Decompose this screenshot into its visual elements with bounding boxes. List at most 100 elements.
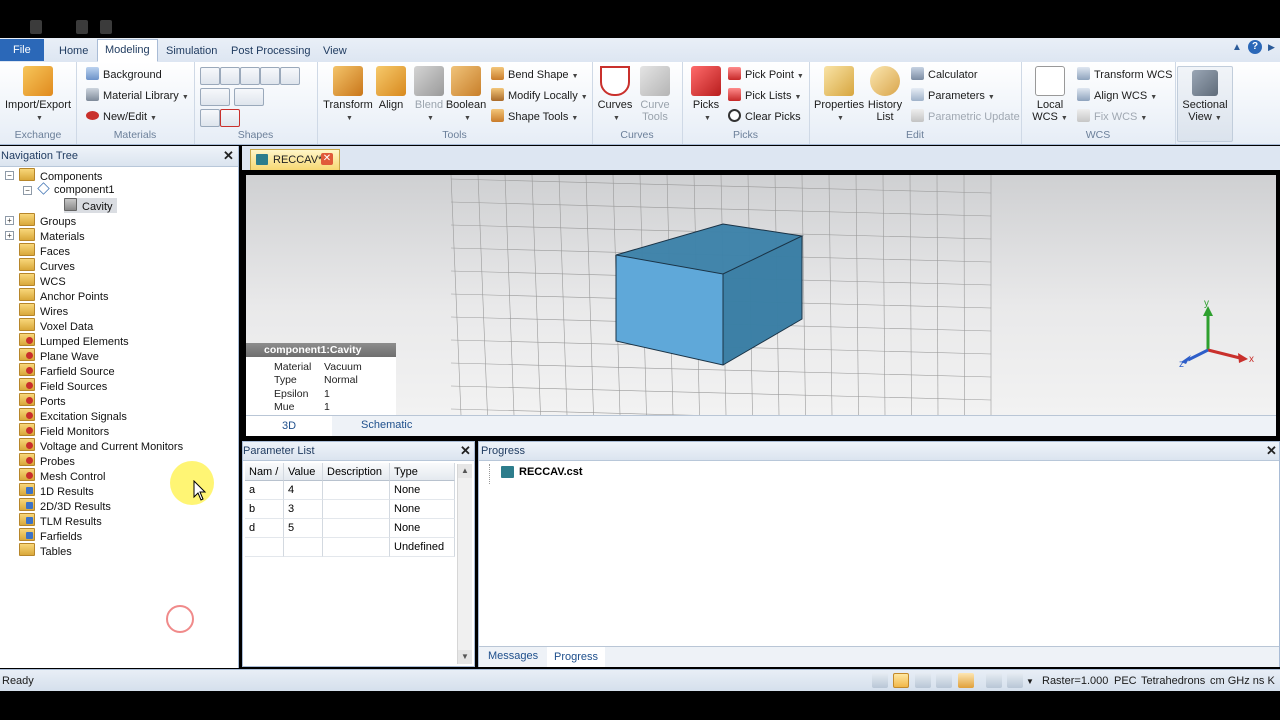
pick-point-button[interactable]: Pick Point ▼: [728, 67, 804, 83]
tree-item-wires[interactable]: Wires: [19, 303, 68, 318]
tree-item-curves[interactable]: Curves: [19, 258, 75, 273]
sphere-icon[interactable]: [220, 67, 240, 85]
parameter-cell-name[interactable]: d: [245, 519, 284, 538]
parameters-button[interactable]: Parameters ▼: [911, 88, 995, 104]
tab-schematic[interactable]: Schematic: [361, 419, 412, 431]
tab-home[interactable]: Home: [52, 41, 95, 61]
view-dropdown-icon[interactable]: ▼: [1026, 677, 1034, 686]
extrude-icon[interactable]: [200, 88, 230, 106]
close-icon[interactable]: ✕: [223, 148, 234, 164]
curve-tools-button[interactable]: Curve Tools: [636, 66, 674, 123]
modify-locally-button[interactable]: Modify Locally ▼: [491, 88, 588, 104]
tab-messages[interactable]: Messages: [488, 650, 538, 662]
tree-item-lumped-elements[interactable]: Lumped Elements: [19, 333, 129, 348]
curves-button[interactable]: Curves ▼: [596, 66, 634, 125]
parameter-cell-desc[interactable]: [323, 538, 390, 557]
3d-viewport[interactable]: y x z component1:Cavity Material Vacuum …: [246, 175, 1276, 415]
tree-item-farfield-source[interactable]: Farfield Source: [19, 363, 115, 378]
parameter-cell-value[interactable]: 5: [284, 519, 323, 538]
align-button[interactable]: Align: [375, 66, 407, 111]
tree-item-probes[interactable]: Probes: [19, 453, 75, 468]
torus-icon[interactable]: [260, 67, 280, 85]
picks-button[interactable]: Picks ▼: [686, 66, 726, 125]
zoom-icon[interactable]: [872, 673, 888, 688]
tree-item-anchor-points[interactable]: Anchor Points: [19, 288, 108, 303]
expand-icon[interactable]: +: [5, 231, 14, 240]
parameter-cell-value[interactable]: [284, 538, 323, 557]
tab-progress[interactable]: Progress: [547, 647, 606, 667]
properties-button[interactable]: Properties ▼: [814, 66, 864, 125]
tree-item-materials[interactable]: Materials: [19, 228, 85, 243]
blend-button[interactable]: Blend ▼: [411, 66, 447, 125]
close-icon[interactable]: ✕: [460, 443, 471, 459]
brick-icon[interactable]: [200, 67, 220, 85]
tree-item-2d-3d-results[interactable]: 2D/3D Results: [19, 498, 111, 513]
progress-file-name[interactable]: RECCAV.cst: [519, 466, 583, 478]
column-header-name[interactable]: Nam /: [245, 463, 284, 481]
fit-window-icon[interactable]: [986, 673, 1002, 688]
tree-item-tlm-results[interactable]: TLM Results: [19, 513, 102, 528]
loft-icon[interactable]: [220, 109, 240, 127]
tab-post-processing[interactable]: Post Processing: [224, 41, 317, 61]
scroll-up-icon[interactable]: ▲: [458, 464, 472, 478]
tree-item-wcs[interactable]: WCS: [19, 273, 66, 288]
parameter-cell-name[interactable]: a: [245, 481, 284, 500]
transform-wcs-button[interactable]: Transform WCS: [1077, 67, 1172, 83]
tree-item-cavity[interactable]: Cavity: [64, 198, 117, 213]
tree-item-field-sources[interactable]: Field Sources: [19, 378, 107, 393]
quick-access-undo-icon[interactable]: [76, 20, 88, 34]
help-icon[interactable]: ?: [1248, 40, 1262, 54]
tree-item-component1[interactable]: component1: [37, 183, 115, 198]
quick-access-redo-icon[interactable]: [100, 20, 112, 34]
column-header-type[interactable]: Type: [390, 463, 455, 481]
parameter-cell-type[interactable]: None: [390, 500, 455, 519]
view-cube-icon[interactable]: [1007, 673, 1023, 688]
parametric-update-button[interactable]: Parametric Update: [911, 109, 1020, 125]
align-wcs-button[interactable]: Align WCS ▼: [1077, 88, 1157, 104]
document-tab-reccav[interactable]: RECCAV* ✕: [250, 149, 340, 170]
tree-item-excitation-signals[interactable]: Excitation Signals: [19, 408, 127, 423]
parameter-cell-desc[interactable]: [323, 481, 390, 500]
column-header-description[interactable]: Description: [323, 463, 390, 481]
pan-icon[interactable]: [893, 673, 909, 688]
parameter-cell-name[interactable]: b: [245, 500, 284, 519]
background-button[interactable]: Background: [86, 67, 162, 83]
parameter-cell-type[interactable]: None: [390, 481, 455, 500]
reset-view-icon[interactable]: [958, 673, 974, 688]
quick-access-save-icon[interactable]: [30, 20, 42, 34]
new-edit-button[interactable]: New/Edit ▼: [86, 109, 157, 125]
local-wcs-button[interactable]: Local WCS ▼: [1025, 66, 1075, 125]
parameter-cell-type[interactable]: None: [390, 519, 455, 538]
scroll-down-icon[interactable]: ▼: [458, 650, 472, 664]
parameter-cell-value[interactable]: 3: [284, 500, 323, 519]
tab-view[interactable]: View: [316, 41, 354, 61]
wire-icon[interactable]: [200, 109, 220, 127]
tree-item-1d-results[interactable]: 1D Results: [19, 483, 94, 498]
ribbon-scroll-icon[interactable]: ▶: [1268, 42, 1275, 53]
zoom-fit-icon[interactable]: [936, 673, 952, 688]
history-list-button[interactable]: History List: [865, 66, 905, 123]
parameter-cell-desc[interactable]: [323, 519, 390, 538]
parameter-cell-desc[interactable]: [323, 500, 390, 519]
bend-shape-button[interactable]: Bend Shape ▼: [491, 67, 579, 83]
calculator-button[interactable]: Calculator: [911, 67, 978, 83]
close-tab-icon[interactable]: ✕: [321, 153, 333, 165]
column-header-value[interactable]: Value: [284, 463, 323, 481]
tree-item-tables[interactable]: Tables: [19, 543, 72, 558]
tab-3d[interactable]: 3D: [246, 416, 332, 436]
rotate-view-icon[interactable]: [915, 673, 931, 688]
transform-button[interactable]: Transform ▼: [322, 66, 374, 125]
rotate-icon[interactable]: [234, 88, 264, 106]
ribbon-minimize-icon[interactable]: ▲: [1232, 42, 1242, 53]
import-export-button[interactable]: Import/Export ▼: [3, 66, 73, 125]
tab-simulation[interactable]: Simulation: [159, 41, 224, 61]
cone-icon[interactable]: [240, 67, 260, 85]
boolean-button[interactable]: Boolean ▼: [445, 66, 487, 125]
tree-item-mesh-control[interactable]: Mesh Control: [19, 468, 105, 483]
clear-picks-button[interactable]: Clear Picks: [728, 109, 801, 125]
expand-icon[interactable]: +: [5, 216, 14, 225]
close-icon[interactable]: ✕: [1266, 443, 1277, 459]
tree-item-groups[interactable]: Groups: [19, 213, 76, 228]
tab-file[interactable]: File: [0, 39, 44, 61]
sectional-view-button[interactable]: Sectional View ▼: [1177, 66, 1233, 142]
